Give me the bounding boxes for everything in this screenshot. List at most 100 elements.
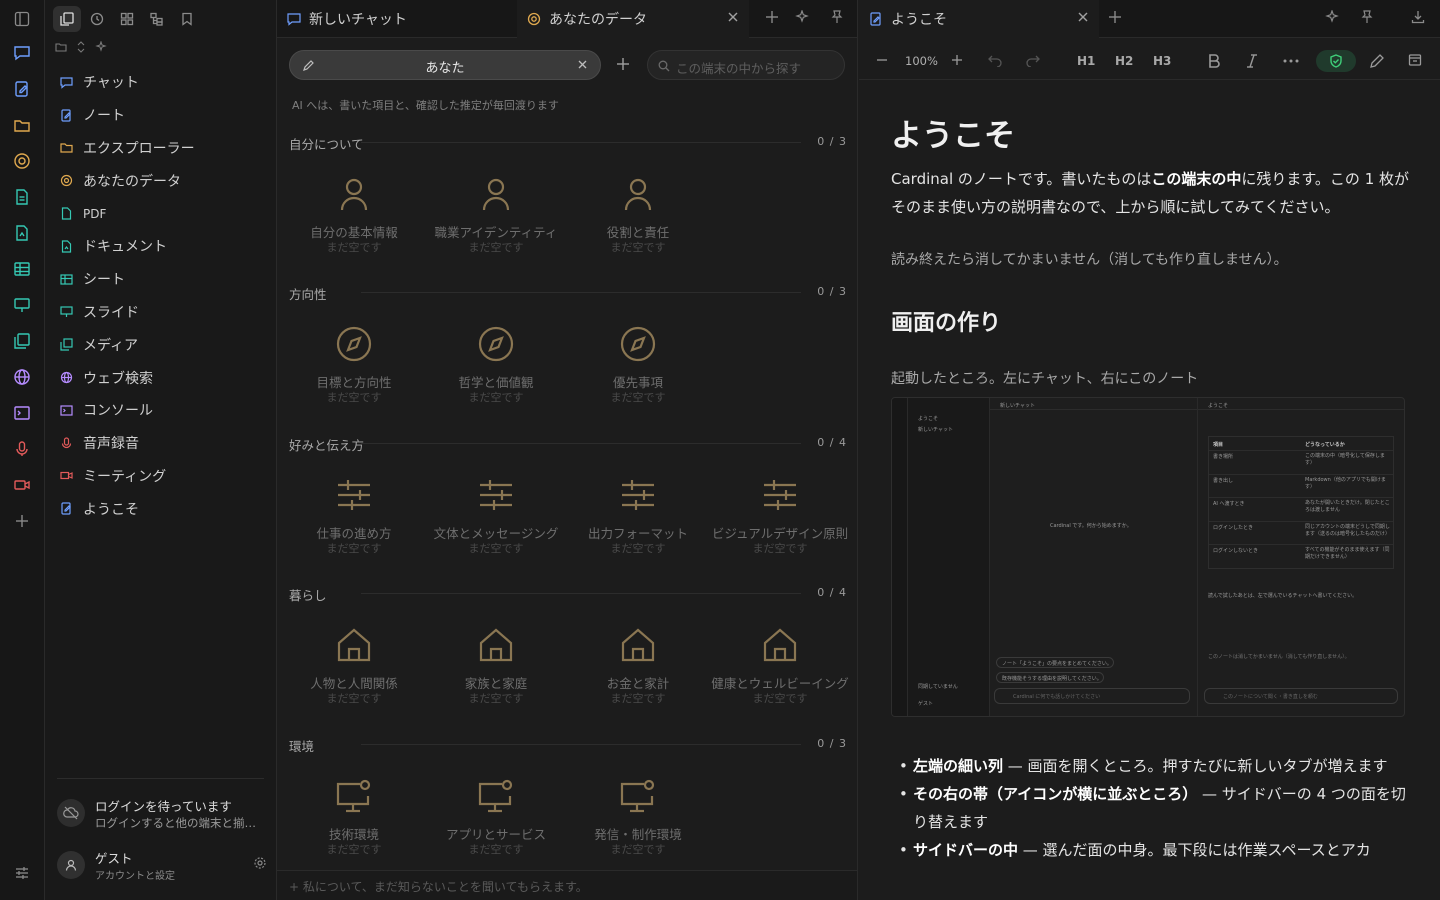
data-card[interactable]: 出力フォーマット まだ空です (568, 463, 708, 583)
sidebar-item-label: シート (83, 272, 125, 289)
sidebar-item-explorer[interactable]: エクスプローラー (55, 132, 267, 165)
data-card[interactable]: 発信・制作環境 まだ空です (568, 764, 708, 884)
zoom-in-icon[interactable] (951, 53, 963, 67)
italic-icon[interactable] (1245, 53, 1259, 69)
document-icon[interactable] (11, 222, 33, 244)
data-card[interactable]: 自分の基本情報 まだ空です (284, 162, 424, 282)
gear-icon[interactable] (253, 856, 267, 870)
you-filter-pill[interactable]: あなた (289, 50, 601, 80)
card-status: まだ空です (468, 542, 524, 555)
data-card[interactable]: 役割と責任 まだ空です (568, 162, 708, 282)
sidebar-item-console[interactable]: コンソール (55, 394, 267, 427)
sort-icon[interactable] (75, 41, 87, 53)
note-icon[interactable] (11, 78, 33, 100)
shield-icon[interactable] (1316, 50, 1356, 72)
mini-divider (1209, 497, 1393, 498)
media-icon[interactable] (11, 330, 33, 352)
close-icon[interactable] (727, 11, 739, 23)
folder-icon[interactable] (11, 114, 33, 136)
pin-icon[interactable] (831, 10, 843, 24)
sidebar-item-meeting[interactable]: ミーティング (55, 460, 267, 493)
sidebar-item-media[interactable]: メディア (55, 328, 267, 361)
sidebar-item-web-search[interactable]: ウェブ検索 (55, 361, 267, 394)
chat-icon[interactable] (11, 42, 33, 64)
bold-icon[interactable] (1207, 53, 1221, 69)
add-item-icon[interactable] (616, 57, 630, 71)
sparkle-icon[interactable] (95, 41, 107, 53)
pin-icon[interactable] (1361, 10, 1373, 24)
archive-icon[interactable] (1408, 53, 1422, 67)
pages-icon[interactable] (53, 6, 81, 32)
data-card[interactable]: 職業アイデンティティ まだ空です (426, 162, 566, 282)
video-icon[interactable] (11, 474, 33, 496)
sidebar-item-welcome[interactable]: ようこそ (55, 492, 267, 525)
house-icon (760, 625, 800, 665)
sparkle-icon[interactable] (795, 10, 809, 24)
bullet-bold: その右の帯（アイコンが横に並ぶところ） (913, 785, 1198, 803)
tab-new-chat[interactable]: 新しいチャット (277, 0, 517, 38)
more-icon[interactable] (1283, 59, 1299, 63)
list-item: 左端の細い列 — 画面を開くところ。押すたびに新しいタブが増えます (891, 752, 1411, 780)
undo-icon[interactable] (987, 53, 1003, 67)
heading-1-button[interactable]: H1 (1077, 54, 1095, 68)
login-status[interactable]: ログインを待っています ログインすると他の端末と揃い... (57, 790, 265, 836)
add-tab-icon[interactable] (1108, 10, 1122, 24)
download-icon[interactable] (1411, 10, 1425, 24)
globe-icon[interactable] (11, 366, 33, 388)
note-title: ようこそ (891, 118, 1015, 154)
sidebar-item-document[interactable]: ドキュメント (55, 230, 267, 263)
data-card[interactable]: 家族と家庭 まだ空です (426, 613, 566, 733)
account-row[interactable]: ゲスト アカウントと設定 (57, 848, 267, 882)
data-card[interactable]: 人物と人間関係 まだ空です (284, 613, 424, 733)
heading-3-button[interactable]: H3 (1153, 54, 1171, 68)
mini-text: 同期していません (918, 684, 958, 690)
sidebar-item-sheet[interactable]: シート (55, 263, 267, 296)
zoom-out-icon[interactable] (876, 53, 888, 67)
bookmark-icon[interactable] (173, 6, 201, 32)
data-card[interactable]: お金と家計 まだ空です (568, 613, 708, 733)
pdf-icon[interactable] (11, 186, 33, 208)
sparkle-icon[interactable] (1325, 10, 1339, 24)
card-status: まだ空です (326, 391, 382, 404)
data-card[interactable]: 文体とメッセージング まだ空です (426, 463, 566, 583)
data-card[interactable]: 仕事の進め方 まだ空です (284, 463, 424, 583)
history-icon[interactable] (83, 6, 111, 32)
sidebar-item-voice[interactable]: 音声録音 (55, 427, 267, 460)
mini-table: 項目 どうなっているか 書き場所 この端末の中（暗号化して保存します） 書き出し Ma… (1208, 436, 1394, 569)
sheet-icon[interactable] (11, 258, 33, 280)
console-icon[interactable] (11, 402, 33, 424)
sidebar-item-chat[interactable]: チャット (55, 66, 267, 99)
pen-icon[interactable] (1369, 53, 1385, 69)
data-card[interactable]: 技術環境 まだ空です (284, 764, 424, 884)
data-card[interactable]: アプリとサービス まだ空です (426, 764, 566, 884)
device-search-input[interactable]: この端末の中から探す (647, 50, 845, 80)
tree-icon[interactable] (143, 6, 171, 32)
mic-icon[interactable] (11, 438, 33, 460)
close-icon[interactable] (1077, 11, 1089, 23)
settings-sliders-icon[interactable] (11, 862, 33, 884)
heading-2-button[interactable]: H2 (1115, 54, 1133, 68)
data-card[interactable]: 目標と方向性 まだ空です (284, 312, 424, 432)
sidebar-item-label: スライド (83, 304, 139, 321)
grid-icon[interactable] (113, 6, 141, 32)
clear-icon[interactable] (577, 59, 588, 70)
add-icon[interactable] (11, 510, 33, 532)
data-card[interactable]: 健康とウェルビーイング まだ空です (710, 613, 850, 733)
data-card[interactable]: ビジュアルデザイン原則 まだ空です (710, 463, 850, 583)
tab-your-data[interactable]: あなたのデータ (517, 0, 749, 38)
new-folder-icon[interactable] (55, 41, 67, 53)
sidebar-item-pdf[interactable]: PDF (55, 197, 267, 230)
ask-bar[interactable]: + 私について、まだ知らないことを聞いてもらえます。 (277, 870, 857, 900)
collapse-sidebar-icon[interactable] (11, 8, 33, 30)
sidebar-item-your-data[interactable]: あなたのデータ (55, 164, 267, 197)
data-card[interactable]: 優先事項 まだ空です (568, 312, 708, 432)
data-icon[interactable] (11, 150, 33, 172)
add-tab-icon[interactable] (765, 10, 779, 24)
data-card[interactable]: 哲学と価値観 まだ空です (426, 312, 566, 432)
compass-icon (334, 324, 374, 364)
sidebar-item-slide[interactable]: スライド (55, 296, 267, 329)
slide-icon[interactable] (11, 294, 33, 316)
redo-icon[interactable] (1025, 53, 1041, 67)
sidebar-item-note[interactable]: ノート (55, 99, 267, 132)
tab-welcome[interactable]: ようこそ (859, 0, 1099, 38)
